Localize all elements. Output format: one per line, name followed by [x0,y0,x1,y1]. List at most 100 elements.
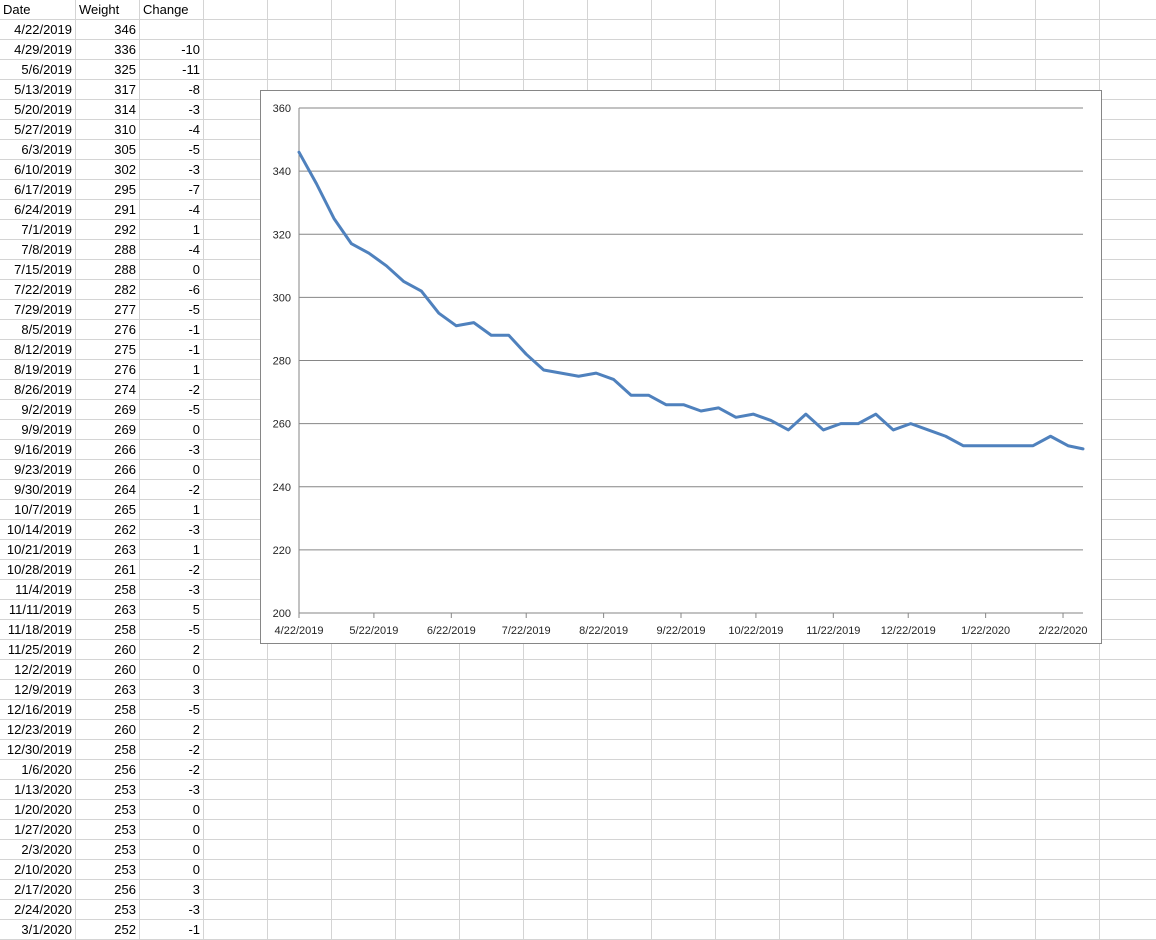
cell-change[interactable]: -2 [140,560,203,580]
cell-weight[interactable]: 305 [76,140,139,160]
cell-date[interactable]: 12/16/2019 [0,700,75,720]
cell-change[interactable]: -6 [140,280,203,300]
cell-date[interactable]: 3/1/2020 [0,920,75,940]
cell-change[interactable]: -3 [140,520,203,540]
cell-change[interactable]: -2 [140,480,203,500]
cell-date[interactable]: 2/24/2020 [0,900,75,920]
cell-change[interactable]: -4 [140,120,203,140]
cell-weight[interactable]: 310 [76,120,139,140]
cell-date[interactable]: 12/30/2019 [0,740,75,760]
cell-date[interactable]: 12/2/2019 [0,660,75,680]
cell-change[interactable]: -5 [140,140,203,160]
cell-date[interactable]: 5/13/2019 [0,80,75,100]
cell-date[interactable]: 6/24/2019 [0,200,75,220]
cell-weight[interactable]: 266 [76,460,139,480]
cell-change[interactable]: -7 [140,180,203,200]
cell-weight[interactable]: 288 [76,260,139,280]
cell-weight[interactable]: 269 [76,400,139,420]
spreadsheet-grid[interactable]: Date Weight Change 4/22/2019 346 4/29/2019 336… [0,0,1156,940]
cell-date[interactable]: 9/30/2019 [0,480,75,500]
cell-change[interactable]: 1 [140,220,203,240]
cell-date[interactable]: 7/1/2019 [0,220,75,240]
cell-change[interactable]: -5 [140,400,203,420]
cell-weight[interactable]: 263 [76,600,139,620]
cell-date[interactable]: 7/15/2019 [0,260,75,280]
cell-date[interactable]: 10/14/2019 [0,520,75,540]
cell-weight[interactable]: 262 [76,520,139,540]
cell-change[interactable]: 0 [140,460,203,480]
cell-weight[interactable]: 260 [76,660,139,680]
cell-date[interactable]: 5/27/2019 [0,120,75,140]
cell-change[interactable]: -5 [140,300,203,320]
cell-weight[interactable]: 288 [76,240,139,260]
header-date[interactable]: Date [0,0,75,20]
cell-date[interactable]: 1/6/2020 [0,760,75,780]
cell-weight[interactable]: 256 [76,880,139,900]
cell-change[interactable] [140,20,203,40]
cell-date[interactable]: 6/17/2019 [0,180,75,200]
cell-weight[interactable]: 256 [76,760,139,780]
cell-weight[interactable]: 263 [76,540,139,560]
cell-change[interactable]: 0 [140,420,203,440]
cell-date[interactable]: 1/27/2020 [0,820,75,840]
cell-date[interactable]: 10/21/2019 [0,540,75,560]
cell-date[interactable]: 12/23/2019 [0,720,75,740]
cell-change[interactable]: -8 [140,80,203,100]
cell-date[interactable]: 10/28/2019 [0,560,75,580]
cell-weight[interactable]: 253 [76,860,139,880]
cell-weight[interactable]: 269 [76,420,139,440]
cell-date[interactable]: 12/9/2019 [0,680,75,700]
cell-weight[interactable]: 292 [76,220,139,240]
cell-change[interactable]: 1 [140,360,203,380]
cell-date[interactable]: 2/17/2020 [0,880,75,900]
cell-date[interactable]: 2/10/2020 [0,860,75,880]
cell-weight[interactable]: 265 [76,500,139,520]
cell-date[interactable]: 6/10/2019 [0,160,75,180]
cell-weight[interactable]: 274 [76,380,139,400]
cell-date[interactable]: 11/25/2019 [0,640,75,660]
header-weight[interactable]: Weight [76,0,139,20]
cell-weight[interactable]: 263 [76,680,139,700]
cell-change[interactable]: 0 [140,260,203,280]
cell-change[interactable]: 1 [140,540,203,560]
cell-weight[interactable]: 253 [76,820,139,840]
cell-change[interactable]: 2 [140,640,203,660]
cell-change[interactable]: -5 [140,620,203,640]
cell-weight[interactable]: 261 [76,560,139,580]
cell-date[interactable]: 8/12/2019 [0,340,75,360]
cell-change[interactable]: -4 [140,240,203,260]
cell-change[interactable]: 3 [140,880,203,900]
cell-date[interactable]: 8/5/2019 [0,320,75,340]
cell-change[interactable]: -1 [140,320,203,340]
cell-date[interactable]: 1/13/2020 [0,780,75,800]
cell-date[interactable]: 7/8/2019 [0,240,75,260]
cell-change[interactable]: -3 [140,580,203,600]
cell-change[interactable]: -1 [140,920,203,940]
cell-change[interactable]: -3 [140,440,203,460]
cell-change[interactable]: -3 [140,900,203,920]
cell-change[interactable]: 2 [140,720,203,740]
cell-change[interactable]: 3 [140,680,203,700]
cell-date[interactable]: 4/29/2019 [0,40,75,60]
cell-weight[interactable]: 253 [76,780,139,800]
cell-weight[interactable]: 264 [76,480,139,500]
cell-date[interactable]: 9/16/2019 [0,440,75,460]
cell-date[interactable]: 1/20/2020 [0,800,75,820]
cell-date[interactable]: 9/23/2019 [0,460,75,480]
weight-line-chart[interactable]: 200 220 240 260 280 300 320 340 360 4/22/2019 5/22… [260,90,1102,644]
cell-change[interactable]: -3 [140,160,203,180]
cell-weight[interactable]: 258 [76,740,139,760]
cell-change[interactable]: -1 [140,340,203,360]
cell-change[interactable]: 1 [140,500,203,520]
cell-date[interactable]: 9/9/2019 [0,420,75,440]
cell-weight[interactable]: 260 [76,720,139,740]
cell-date[interactable]: 5/20/2019 [0,100,75,120]
cell-weight[interactable]: 282 [76,280,139,300]
cell-weight[interactable]: 276 [76,360,139,380]
cell-weight[interactable]: 258 [76,620,139,640]
cell-date[interactable]: 7/29/2019 [0,300,75,320]
cell-date[interactable]: 4/22/2019 [0,20,75,40]
header-change[interactable]: Change [140,0,203,20]
cell-weight[interactable]: 276 [76,320,139,340]
cell-weight[interactable]: 260 [76,640,139,660]
